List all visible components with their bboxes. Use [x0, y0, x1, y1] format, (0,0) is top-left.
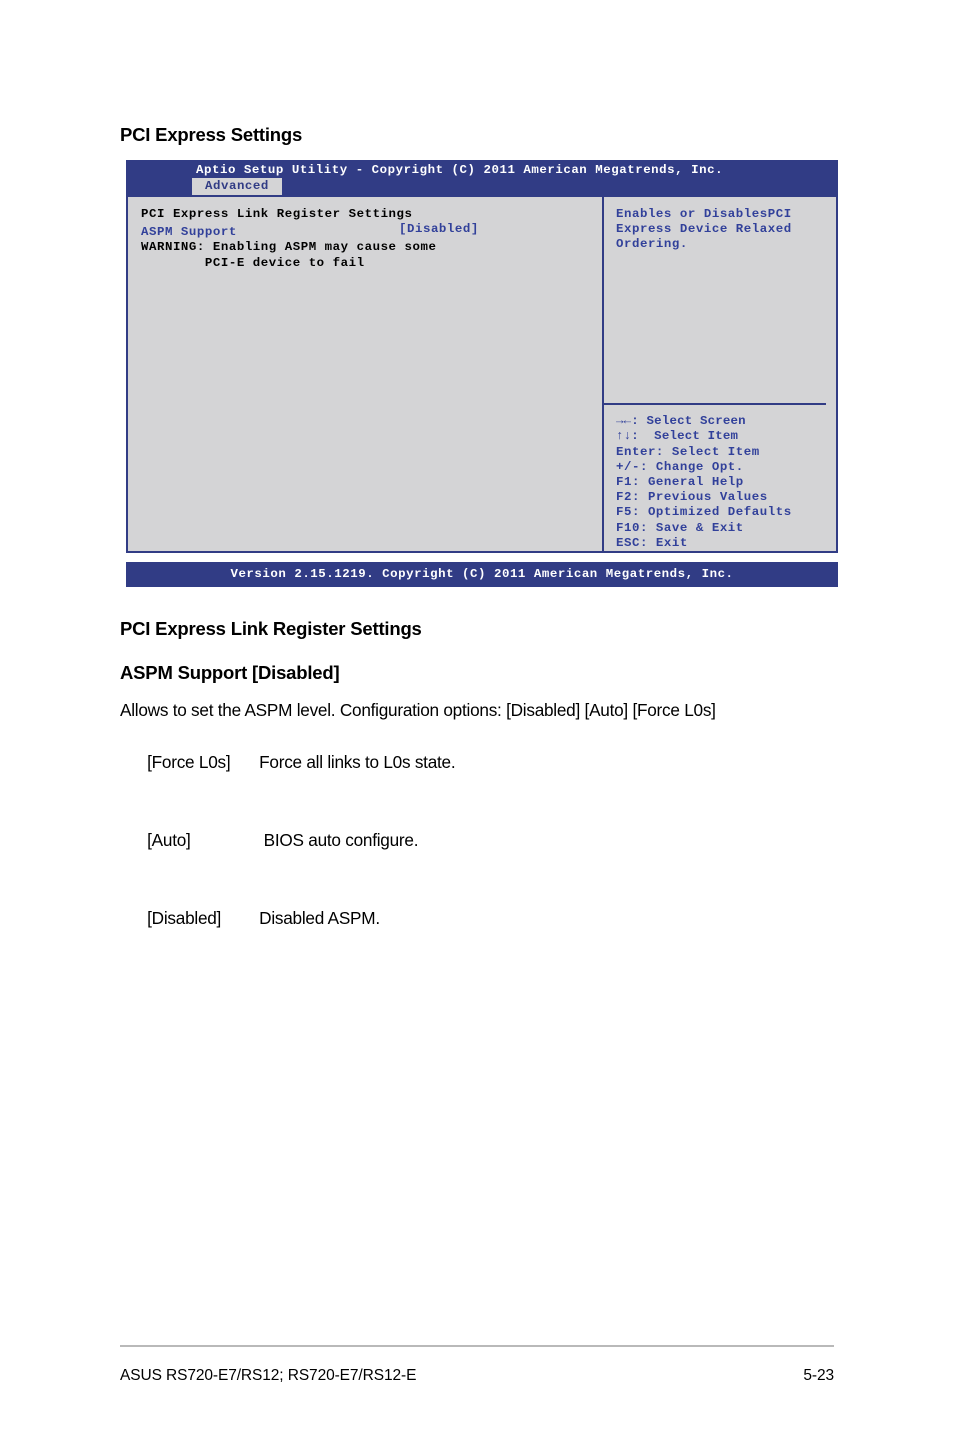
- bios-tab-advanced[interactable]: Advanced: [192, 178, 282, 195]
- option-text-disabled: Disabled ASPM.: [259, 908, 380, 928]
- bios-key-select-screen: →←: Select Screen: [616, 414, 746, 429]
- heading-aspm-support: ASPM Support [Disabled]: [120, 662, 340, 683]
- bios-body: PCI Express Link Register Settings ASPM …: [126, 197, 838, 553]
- bios-screenshot-figure: Aptio Setup Utility - Copyright (C) 2011…: [126, 160, 838, 587]
- option-row-force-l0s: [Force L0s] Force all links to L0s state.: [120, 723, 880, 801]
- bios-version-footer: Version 2.15.1219. Copyright (C) 2011 Am…: [126, 562, 838, 587]
- bios-help-text: Enables or DisablesPCI Express Device Re…: [616, 207, 836, 253]
- bios-key-legend-area: →←: Select Screen ↑↓: Select Item Enter:…: [604, 395, 836, 551]
- footer-divider: [120, 1345, 834, 1347]
- bios-help-line-1: Enables or DisablesPCI: [616, 207, 792, 221]
- bios-key-esc-exit: ESC: Exit: [616, 535, 688, 550]
- bios-key-legend: →←: Select Screen ↑↓: Select Item Enter:…: [616, 405, 836, 551]
- bios-title-text: Aptio Setup Utility - Copyright (C) 2011…: [196, 163, 724, 177]
- bios-key-f5-optimized-defaults: F5: Optimized Defaults: [616, 505, 792, 520]
- bios-help-line-3: Ordering.: [616, 237, 688, 252]
- option-key-auto: [Auto]: [147, 830, 191, 850]
- bios-help-line-2: Express Device Relaxed: [616, 222, 792, 237]
- bios-section-label: PCI Express Link Register Settings: [141, 207, 413, 221]
- description-block: Allows to set the ASPM level. Configurat…: [120, 697, 880, 957]
- page-title-pci-express-settings: PCI Express Settings: [120, 124, 303, 145]
- bios-warning-line-1: WARNING: Enabling ASPM may cause some: [141, 240, 437, 255]
- footer-product-name: ASUS RS720-E7/RS12; RS720-E7/RS12-E: [120, 1367, 417, 1384]
- bios-help-panel: Enables or DisablesPCI Express Device Re…: [602, 197, 836, 551]
- option-row-disabled: [Disabled] Disabled ASPM.: [120, 879, 880, 957]
- bios-title-bar: Aptio Setup Utility - Copyright (C) 2011…: [126, 160, 838, 197]
- bios-setting-name-aspm-support: ASPM Support: [141, 225, 237, 240]
- bios-setting-value-aspm-support[interactable]: [Disabled]: [399, 222, 479, 237]
- option-text-auto: BIOS auto configure.: [259, 830, 419, 850]
- bios-settings-panel: PCI Express Link Register Settings ASPM …: [128, 197, 602, 551]
- document-page: PCI Express Settings Aptio Setup Utility…: [0, 0, 954, 1438]
- option-key-force-l0s: [Force L0s]: [147, 752, 231, 772]
- heading-link-register-settings: PCI Express Link Register Settings: [120, 618, 422, 639]
- footer-page-number: 5-23: [803, 1367, 834, 1384]
- bios-warning-line-2: PCI-E device to fail: [141, 255, 365, 270]
- bios-setting-row-aspm-support[interactable]: ASPM Support [Disabled]: [141, 222, 561, 240]
- option-key-disabled: [Disabled]: [147, 908, 222, 928]
- option-row-auto: [Auto] BIOS auto configure.: [120, 801, 880, 879]
- description-intro: Allows to set the ASPM level. Configurat…: [120, 700, 716, 720]
- bios-key-f2-previous-values: F2: Previous Values: [616, 490, 768, 505]
- bios-key-change-opt: +/-: Change Opt.: [616, 459, 744, 474]
- option-text-force-l0s: Force all links to L0s state.: [259, 752, 456, 772]
- bios-key-select-item-arrows: ↑↓: Select Item: [616, 429, 739, 444]
- bios-key-f1-general-help: F1: General Help: [616, 474, 744, 489]
- bios-key-f10-save-exit: F10: Save & Exit: [616, 520, 744, 535]
- bios-key-enter-select-item: Enter: Select Item: [616, 444, 760, 459]
